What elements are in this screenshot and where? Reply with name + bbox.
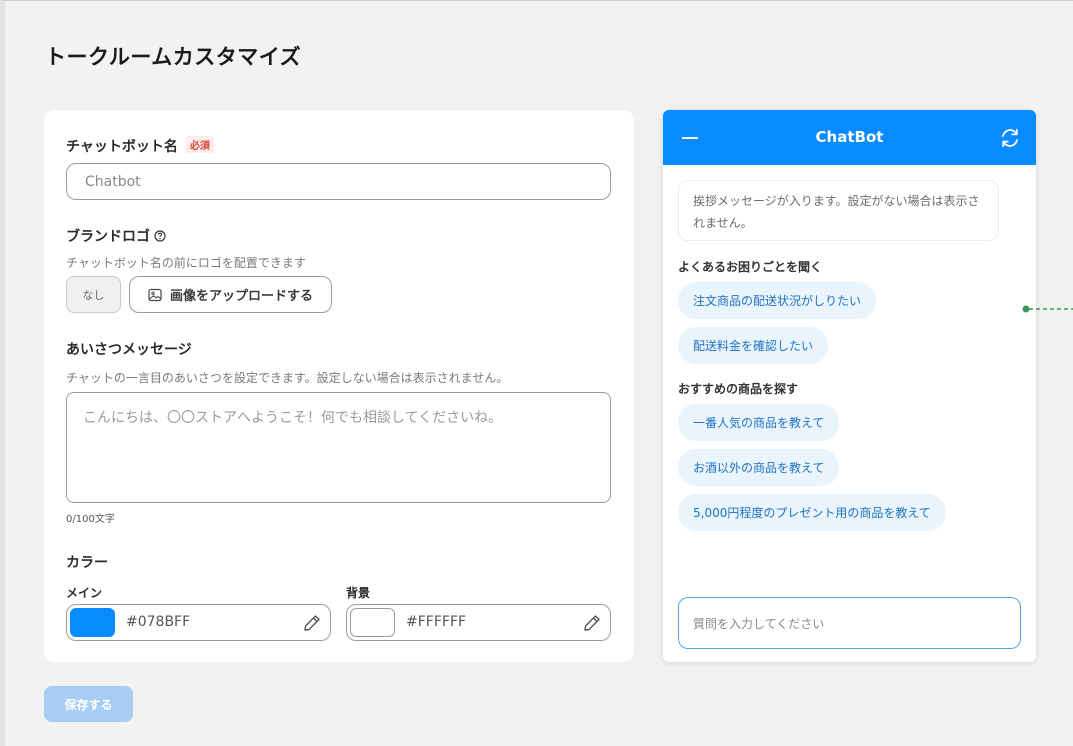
suggestion-chip[interactable]: 配送料金を確認したい [678, 327, 829, 364]
color-label: カラー [66, 555, 108, 571]
pencil-icon[interactable] [302, 613, 322, 633]
page-title: トークルームカスタマイズ [45, 45, 302, 69]
image-icon [148, 288, 162, 301]
section-label: よくあるお困りごとを聞く [678, 260, 823, 274]
refresh-icon[interactable] [999, 127, 1021, 149]
connector-line [1022, 305, 1073, 313]
main-color-label: メイン [66, 586, 103, 600]
main-color-field[interactable]: #078BFF [66, 604, 331, 641]
bot-name-label-text: チャットボット名 [66, 139, 178, 155]
background-color-value: #FFFFFF [406, 614, 467, 630]
greeting-description: チャットの一言目のあいさつを設定できます。設定しない場合は表示されません。 [66, 371, 509, 385]
character-counter: 0/100文字 [66, 514, 115, 525]
chat-title: ChatBot [815, 128, 884, 146]
greeting-bubble: 挨拶メッセージが入ります。設定がない場合は表示されません。 [678, 180, 999, 241]
save-button[interactable]: 保存する [44, 686, 133, 722]
main-color-value: #078BFF [126, 614, 191, 630]
suggestion-chip[interactable]: お酒以外の商品を教えて [678, 449, 840, 486]
background-color-swatch[interactable] [350, 608, 395, 637]
greeting-label: あいさつメッセージ [66, 342, 192, 358]
upload-image-button[interactable]: 画像をアップロードする [129, 276, 332, 313]
logo-none-button[interactable]: なし [66, 276, 121, 313]
suggestion-chip[interactable]: 注文商品の配送状況がしりたい [678, 282, 877, 319]
bot-name-value: Chatbot [85, 173, 141, 190]
chat-header: ChatBot [663, 110, 1036, 165]
question-input-placeholder: 質問を入力してください [693, 616, 825, 631]
upload-image-label: 画像をアップロードする [169, 289, 313, 304]
bot-name-input[interactable]: Chatbot [66, 163, 611, 200]
background-color-label: 背景 [346, 586, 371, 600]
pencil-icon[interactable] [582, 613, 602, 633]
settings-card: チャットボット名 必須 Chatbot ブランドロゴ チャットボット名の前にロゴを… [44, 110, 634, 662]
brand-logo-label-text: ブランドロゴ [66, 229, 150, 245]
question-circle-icon[interactable] [154, 230, 166, 242]
question-input[interactable]: 質問を入力してください [678, 597, 1021, 649]
background-color-field[interactable]: #FFFFFF [346, 604, 611, 641]
required-badge: 必須 [185, 136, 214, 153]
main-color-swatch[interactable] [70, 608, 115, 637]
greeting-textarea[interactable]: こんにちは、〇〇ストアへようこそ！何でも相談してくださいね。 [66, 392, 611, 503]
suggestion-chip[interactable]: 一番人気の商品を教えて [678, 404, 840, 441]
bot-name-label: チャットボット名 必須 [66, 136, 214, 156]
section-label: おすすめの商品を探す [678, 382, 799, 396]
chat-preview: ChatBot 挨拶メッセージが入ります。設定がない場合は表示されません。 よく… [663, 110, 1036, 662]
greeting-placeholder: こんにちは、〇〇ストアへようこそ！何でも相談してくださいね。 [83, 410, 503, 426]
brand-logo-description: チャットボット名の前にロゴを配置できます [66, 256, 306, 270]
brand-logo-label: ブランドロゴ [66, 226, 166, 246]
suggestion-chip[interactable]: 5,000円程度のプレゼント用の商品を教えて [678, 494, 946, 531]
